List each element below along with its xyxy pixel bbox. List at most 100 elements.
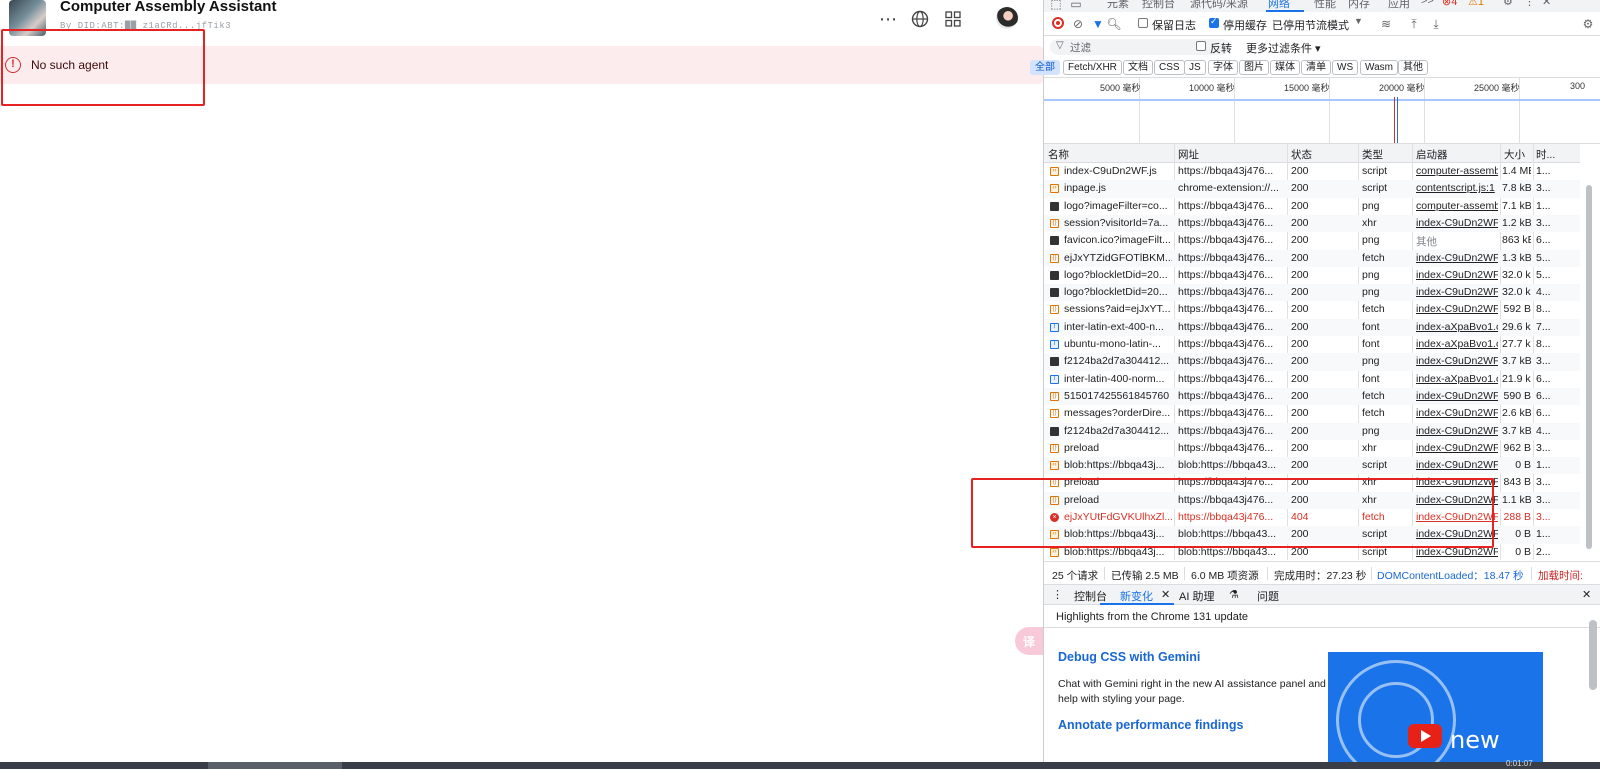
drawer-tab-whats-new[interactable]: 新变化 <box>1120 588 1153 604</box>
network-request-row[interactable]: {} sessions?aid=ejJxYT... https://bbqa43j4… <box>1044 301 1580 318</box>
cell-initiator[interactable]: contentscript.js:1 <box>1416 182 1498 194</box>
cell-initiator[interactable]: index-aXpaBvo1.c <box>1416 321 1498 333</box>
chip-media[interactable]: 媒体 <box>1270 60 1300 75</box>
tab-performance[interactable]: 性能 <box>1314 0 1336 11</box>
tab-application[interactable]: 应用 <box>1388 0 1410 11</box>
chip-ws[interactable]: WS <box>1332 60 1359 75</box>
whats-new-heading-2[interactable]: Annotate performance findings <box>1058 718 1243 732</box>
cell-initiator[interactable]: index-C9uDn2WF. <box>1416 442 1498 454</box>
cell-initiator[interactable]: index-C9uDn2WF. <box>1416 390 1498 402</box>
warning-count-badge[interactable]: ⚠1 <box>1468 0 1484 8</box>
tab-elements[interactable]: 元素 <box>1107 0 1129 11</box>
network-request-row[interactable]: Tinter-latin-ext-400-n... https://bbqa43j… <box>1044 318 1580 336</box>
cell-initiator[interactable]: index-C9uDn2WF. <box>1416 303 1498 315</box>
export-har-icon[interactable]: ⤓ <box>1428 16 1444 32</box>
tab-console[interactable]: 控制台 <box>1142 0 1175 11</box>
network-request-row[interactable]: logo?blockletDid=20... https://bbqa43j476… <box>1044 267 1580 284</box>
close-devtools-icon[interactable]: ✕ <box>1542 0 1551 8</box>
drawer-scrollbar[interactable] <box>1589 620 1597 690</box>
taskbar-active-app[interactable] <box>208 762 342 769</box>
drawer-menu-icon[interactable]: ⋮ <box>1052 588 1063 601</box>
tab-memory[interactable]: 内存 <box>1348 0 1370 11</box>
cell-initiator[interactable]: index-C9uDn2WF. <box>1416 425 1498 437</box>
search-icon[interactable]: 🔍︎ <box>1106 16 1122 32</box>
disable-cache-checkbox[interactable] <box>1209 16 1219 28</box>
network-request-row[interactable]: logo?blockletDid=20... https://bbqa43j476… <box>1044 284 1580 302</box>
column-size[interactable]: 大小 <box>1504 147 1525 162</box>
network-request-row[interactable]: Tinter-latin-400-norm... https://bbqa43j4… <box>1044 371 1580 388</box>
inspect-element-icon[interactable]: ⬚ <box>1048 0 1064 12</box>
cell-initiator[interactable]: index-C9uDn2WF. <box>1416 355 1498 367</box>
whats-new-video-thumbnail[interactable]: new <box>1328 652 1543 762</box>
column-type[interactable]: 类型 <box>1362 147 1383 162</box>
scrollbar-thumb[interactable] <box>1586 185 1592 549</box>
cell-initiator[interactable]: index-C9uDn2WF. <box>1416 407 1498 419</box>
drawer-tab-console[interactable]: 控制台 <box>1074 588 1107 604</box>
network-request-row[interactable]: logo?imageFilter=co... https://bbqa43j476… <box>1044 198 1580 215</box>
settings-gear-icon[interactable]: ⚙ <box>1503 0 1513 8</box>
more-filters-dropdown[interactable]: 更多过滤条件 ▾ <box>1246 40 1321 56</box>
chip-js[interactable]: JS <box>1184 60 1206 75</box>
column-initiator[interactable]: 启动器 <box>1416 147 1448 162</box>
filter-funnel-icon[interactable]: ▼ <box>1090 16 1106 32</box>
whats-new-heading-1[interactable]: Debug CSS with Gemini <box>1058 650 1200 664</box>
cell-initiator[interactable]: computer-assemb <box>1416 200 1498 212</box>
more-tabs-button[interactable]: >> <box>1421 0 1434 7</box>
apps-grid-icon[interactable] <box>942 8 964 30</box>
cell-initiator[interactable]: computer-assemb <box>1416 165 1498 177</box>
cell-initiator[interactable]: index-C9uDn2WF. <box>1416 269 1498 281</box>
network-request-row[interactable]: f2124ba2d7a304412... https://bbqa43j476..… <box>1044 422 1580 440</box>
network-request-row[interactable]: {} preload https://bbqa43j476... 200 xhr inde… <box>1044 440 1580 457</box>
network-request-row[interactable]: ‹› inpage.js chrome-extension://... 200 scri… <box>1044 180 1580 198</box>
column-time[interactable]: 时... <box>1536 147 1555 162</box>
cell-initiator[interactable]: index-C9uDn2WF. <box>1416 286 1498 298</box>
more-options-icon[interactable]: ⋯ <box>877 8 899 30</box>
cell-initiator[interactable]: index-aXpaBvo1.c <box>1416 338 1498 350</box>
cell-initiator[interactable]: index-C9uDn2WF. <box>1416 217 1498 229</box>
network-request-row[interactable]: Tubuntu-mono-latin-... https://bbqa43j476… <box>1044 336 1580 353</box>
chip-css[interactable]: CSS <box>1154 60 1185 75</box>
chip-all[interactable]: 全部 <box>1030 60 1060 75</box>
network-overview-timeline[interactable]: 5000 毫秒 10000 毫秒 15000 毫秒 20000 毫秒 25000… <box>1044 78 1600 144</box>
request-list-scrollbar[interactable] <box>1583 163 1595 559</box>
network-request-row[interactable]: favicon.ico?imageFilt... https://bbqa43j4… <box>1044 232 1580 249</box>
column-status[interactable]: 状态 <box>1291 147 1312 162</box>
error-count-badge[interactable]: ⊗4 <box>1442 0 1457 8</box>
network-request-row[interactable]: {} 515017425561845760 https://bbqa43j476..… <box>1044 387 1580 406</box>
throttling-select[interactable]: 已停用节流模式 <box>1272 17 1349 33</box>
column-name[interactable]: 名称 <box>1048 147 1069 162</box>
chip-wasm[interactable]: Wasm <box>1360 60 1398 75</box>
chip-other[interactable]: 其他 <box>1398 60 1428 75</box>
drawer-tab-ai-assistance[interactable]: AI 助理 <box>1179 588 1214 604</box>
clear-icon[interactable]: ⊘ <box>1070 16 1086 32</box>
network-request-row[interactable]: f2124ba2d7a304412... https://bbqa43j476..… <box>1044 353 1580 371</box>
cell-initiator[interactable]: index-aXpaBvo1.c <box>1416 373 1498 385</box>
chip-font[interactable]: 字体 <box>1208 60 1238 75</box>
cell-initiator[interactable]: index-C9uDn2WF. <box>1416 459 1498 471</box>
chip-fetch-xhr[interactable]: Fetch/XHR <box>1063 60 1122 75</box>
play-video-icon[interactable] <box>1408 724 1442 748</box>
network-settings-gear-icon[interactable]: ⚙ <box>1580 16 1596 32</box>
network-conditions-icon[interactable]: ≋ <box>1378 16 1394 32</box>
network-request-row[interactable]: ‹› index-C9uDn2WF.js https://bbqa43j476...… <box>1044 163 1580 180</box>
close-tab-icon[interactable]: ✕ <box>1161 588 1170 601</box>
import-har-icon[interactable]: ⤒ <box>1406 16 1422 32</box>
device-toolbar-icon[interactable]: ▭ <box>1068 0 1084 12</box>
customize-menu-icon[interactable]: ⋮ <box>1524 0 1535 8</box>
record-icon[interactable] <box>1052 17 1064 29</box>
translate-button[interactable]: 译 <box>1015 627 1043 655</box>
language-globe-icon[interactable] <box>909 8 931 30</box>
preserve-log-checkbox[interactable] <box>1138 18 1148 28</box>
chip-doc[interactable]: 文档 <box>1123 60 1153 75</box>
tab-sources[interactable]: 源代码/来源 <box>1190 0 1248 11</box>
network-request-row[interactable]: {} session?visitorId=7a... https://bbqa43j… <box>1044 214 1580 233</box>
cell-initiator[interactable]: 其他 <box>1416 234 1498 249</box>
user-avatar[interactable] <box>996 7 1018 29</box>
cell-initiator[interactable]: index-C9uDn2WF. <box>1416 252 1498 264</box>
chip-manifest[interactable]: 清单 <box>1301 60 1331 75</box>
chip-img[interactable]: 图片 <box>1239 60 1269 75</box>
invert-checkbox[interactable] <box>1196 41 1206 51</box>
network-request-row[interactable]: {} messages?orderDire... https://bbqa43j47… <box>1044 405 1580 422</box>
close-drawer-icon[interactable]: ✕ <box>1582 588 1591 601</box>
column-url[interactable]: 网址 <box>1178 147 1199 162</box>
